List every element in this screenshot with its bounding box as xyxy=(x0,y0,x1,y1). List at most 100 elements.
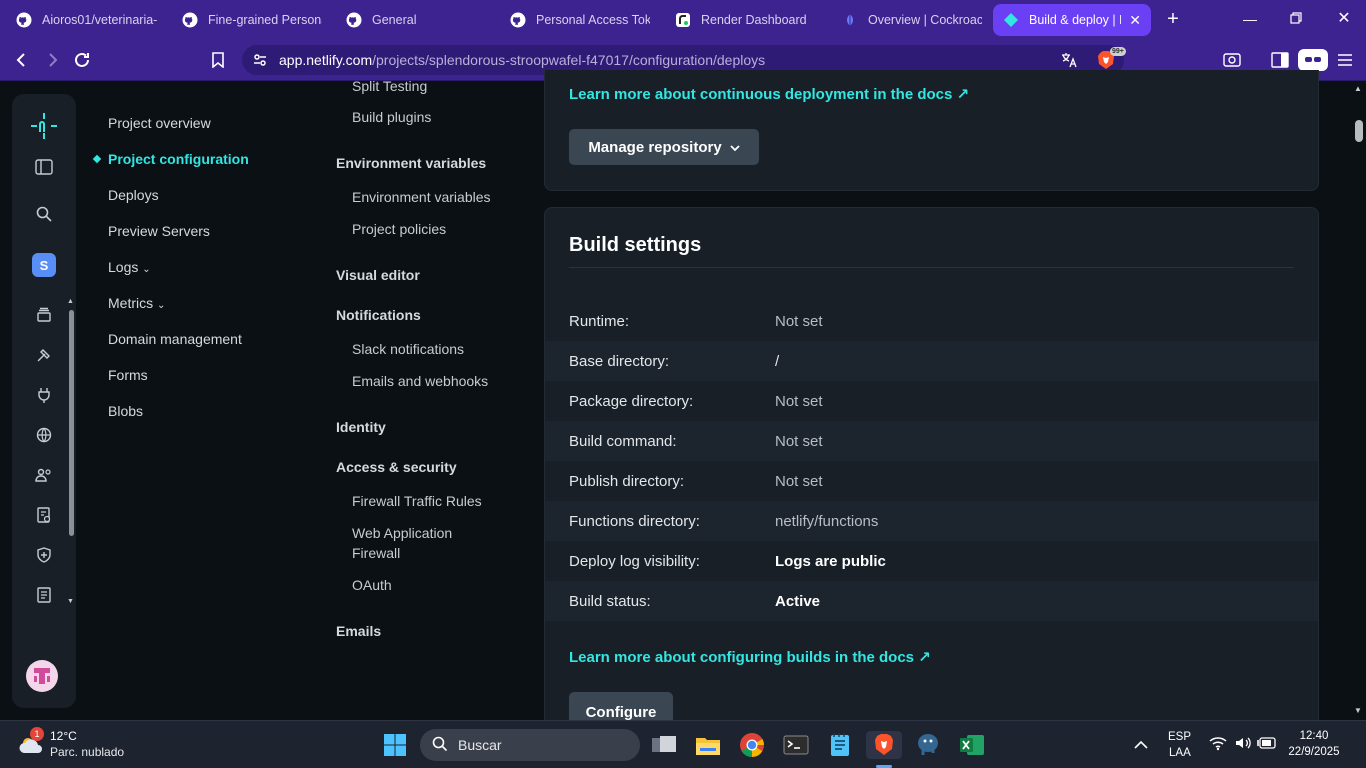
setting-value: Not set xyxy=(775,433,823,450)
manage-repository-button[interactable]: Manage repository xyxy=(569,129,759,165)
tab-render-dashboard[interactable]: Render Dashboard xyxy=(665,4,825,36)
tab-personal-access-token[interactable]: Personal Access Token xyxy=(500,4,660,36)
manage-repository-label: Manage repository xyxy=(588,138,722,156)
collapse-sidebar-icon[interactable] xyxy=(32,155,56,179)
scrollbar-thumb[interactable] xyxy=(1355,120,1363,142)
chevron-up-icon[interactable] xyxy=(1134,737,1148,755)
subnav-environment-variables[interactable]: Environment variables xyxy=(352,187,491,207)
github-icon xyxy=(182,12,198,28)
volume-icon[interactable] xyxy=(1234,735,1252,756)
active-indicator-icon xyxy=(92,154,102,164)
forward-icon[interactable] xyxy=(41,49,63,71)
chrome-icon[interactable] xyxy=(738,731,766,759)
user-avatar[interactable] xyxy=(26,660,58,692)
back-icon[interactable] xyxy=(11,49,33,71)
nav-logs[interactable]: Logs ⌄ xyxy=(108,259,151,275)
subnav-split-testing[interactable]: Split Testing xyxy=(352,76,427,96)
weather-description[interactable]: Parc. nublado xyxy=(50,745,124,759)
subnav-firewall-traffic-rules[interactable]: Firewall Traffic Rules xyxy=(352,491,482,511)
language-indicator-bottom[interactable]: LAA xyxy=(1169,747,1191,759)
setting-value: Not set xyxy=(775,393,823,410)
rail-scrollbar[interactable]: ▲ ▼ xyxy=(67,298,75,606)
weather-temperature[interactable]: 12°C xyxy=(50,729,77,743)
wallet-icon[interactable] xyxy=(1298,49,1328,71)
netlify-icon xyxy=(1003,12,1019,28)
configuring-builds-docs-link[interactable]: Learn more about configuring builds in t… xyxy=(569,648,931,666)
subnav-emails-webhooks[interactable]: Emails and webhooks xyxy=(352,371,488,391)
setting-row-build-command: Build command: Not set xyxy=(545,421,1318,461)
battery-icon[interactable] xyxy=(1257,736,1277,755)
wifi-icon[interactable] xyxy=(1209,735,1227,756)
nav-project-overview[interactable]: Project overview xyxy=(108,115,211,131)
nav-blobs[interactable]: Blobs xyxy=(108,403,143,419)
builds-icon[interactable] xyxy=(32,343,56,367)
tab-cockroach-overview[interactable]: Overview | Cockroach xyxy=(832,4,992,36)
tab-fine-grained[interactable]: Fine-grained Personal xyxy=(172,4,332,36)
site-info-icon[interactable] xyxy=(252,52,268,73)
subnav-access-security[interactable]: Access & security xyxy=(336,459,457,475)
language-indicator-top[interactable]: ESP xyxy=(1168,731,1191,743)
security-shield-icon[interactable] xyxy=(32,543,56,567)
setting-key: Build command: xyxy=(569,433,677,450)
bookmark-icon[interactable] xyxy=(207,49,229,71)
tab-build-deploy[interactable]: Build & deploy | N ✕ xyxy=(993,4,1151,36)
new-tab-button[interactable]: + xyxy=(1162,8,1184,30)
subnav-waf[interactable]: Web Application Firewall xyxy=(352,523,452,563)
sidebar-toggle-icon[interactable] xyxy=(1269,49,1291,71)
nav-domain-management[interactable]: Domain management xyxy=(108,331,242,347)
close-window-icon[interactable]: ✕ xyxy=(1333,8,1355,30)
brave-browser-icon[interactable] xyxy=(866,731,902,759)
audit-log-icon[interactable] xyxy=(32,503,56,527)
windows-start-icon[interactable] xyxy=(381,731,409,759)
nav-forms[interactable]: Forms xyxy=(108,367,148,383)
setting-row-publish-directory: Publish directory: Not set xyxy=(545,461,1318,501)
subnav-visual-editor[interactable]: Visual editor xyxy=(336,267,420,283)
nav-preview-servers[interactable]: Preview Servers xyxy=(108,223,210,239)
close-tab-icon[interactable]: ✕ xyxy=(1129,12,1141,29)
billing-icon[interactable] xyxy=(32,583,56,607)
clock-date[interactable]: 22/9/2025 xyxy=(1288,746,1340,758)
tab-general[interactable]: General xyxy=(336,4,496,36)
terminal-icon[interactable] xyxy=(782,731,810,759)
notepad-icon[interactable] xyxy=(826,731,854,759)
nav-deploys[interactable]: Deploys xyxy=(108,187,159,203)
postgresql-icon[interactable] xyxy=(914,731,942,759)
setting-key: Base directory: xyxy=(569,353,670,370)
subnav-oauth[interactable]: OAuth xyxy=(352,575,392,595)
menu-icon[interactable] xyxy=(1334,49,1356,71)
clock-time[interactable]: 12:40 xyxy=(1291,730,1337,742)
reload-icon[interactable] xyxy=(71,49,93,71)
search-icon[interactable] xyxy=(32,202,56,226)
scroll-down-icon[interactable]: ▼ xyxy=(1354,706,1362,715)
subnav-heading-environment[interactable]: Environment variables xyxy=(336,155,486,171)
task-view-icon[interactable] xyxy=(650,731,678,759)
setting-row-functions-directory: Functions directory: netlify/functions xyxy=(545,501,1318,541)
subnav-emails[interactable]: Emails xyxy=(336,623,381,639)
setting-row-build-status: Build status: Active xyxy=(545,581,1318,621)
scroll-up-icon[interactable]: ▲ xyxy=(1354,84,1362,93)
subnav-identity[interactable]: Identity xyxy=(336,419,386,435)
excel-icon[interactable] xyxy=(958,731,986,759)
subnav-build-plugins[interactable]: Build plugins xyxy=(352,107,431,127)
members-icon[interactable] xyxy=(32,463,56,487)
subnav-slack-notifications[interactable]: Slack notifications xyxy=(352,339,464,359)
subnav-project-policies[interactable]: Project policies xyxy=(352,219,446,239)
netlify-logo-icon[interactable] xyxy=(28,110,60,142)
nav-metrics[interactable]: Metrics ⌄ xyxy=(108,295,165,311)
team-avatar[interactable]: S xyxy=(32,253,56,277)
translate-icon[interactable] xyxy=(1060,51,1078,72)
deployment-docs-link[interactable]: Learn more about continuous deployment i… xyxy=(569,85,969,103)
nav-project-configuration[interactable]: Project configuration xyxy=(108,151,249,167)
screenshot-icon[interactable] xyxy=(1221,49,1243,71)
minimize-icon[interactable]: — xyxy=(1239,8,1261,30)
restore-icon[interactable] xyxy=(1285,8,1307,30)
domains-globe-icon[interactable] xyxy=(32,423,56,447)
projects-icon[interactable] xyxy=(32,303,56,327)
extensions-icon[interactable] xyxy=(32,383,56,407)
file-explorer-icon[interactable] xyxy=(694,731,722,759)
subnav-notifications[interactable]: Notifications xyxy=(336,307,421,323)
tab-github-repo[interactable]: Aioros01/veterinaria- xyxy=(6,4,170,36)
github-icon xyxy=(346,12,362,28)
taskbar-search[interactable]: Buscar xyxy=(420,729,640,761)
page-scrollbar[interactable]: ▲ ▼ xyxy=(1350,82,1366,720)
